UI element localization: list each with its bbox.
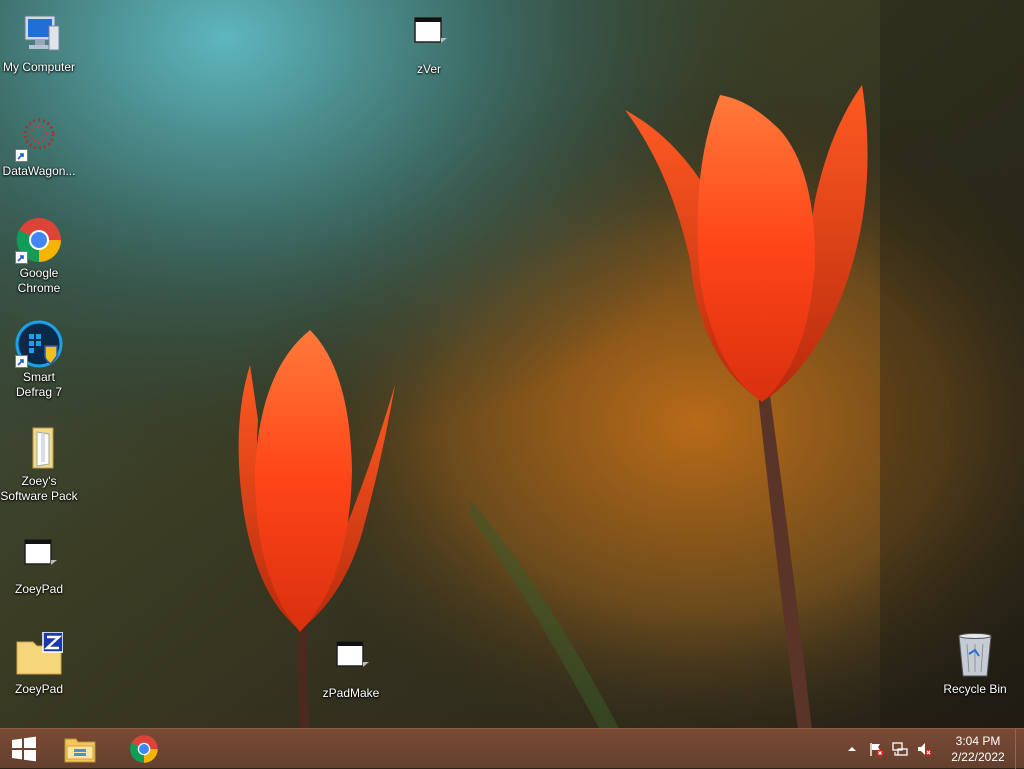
desktop-icon-label: DataWagon... <box>2 164 76 178</box>
desktop-icon-zoeys-software-pack[interactable]: Zoey's Software Pack <box>0 424 78 504</box>
computer-icon <box>15 10 63 58</box>
folder-icon <box>15 424 63 472</box>
application-window-icon <box>15 532 63 580</box>
desktop-icon-label: zVer <box>416 62 441 76</box>
start-button[interactable] <box>0 729 48 769</box>
taskbar-chrome-button[interactable] <box>118 729 170 769</box>
desktop-icon-label: Zoey's Software Pack <box>0 474 78 503</box>
windows-logo-icon <box>12 736 36 762</box>
taskbar-file-explorer-button[interactable] <box>54 729 106 769</box>
clock-time: 3:04 PM <box>955 734 1001 748</box>
shortcut-arrow-icon <box>15 355 28 368</box>
show-hidden-icons-button[interactable] <box>844 741 860 757</box>
desktop-icon-datawagon[interactable]: DataWagon... <box>0 114 78 179</box>
smart-defrag-icon <box>15 320 63 368</box>
volume-button[interactable] <box>916 741 932 757</box>
shortcut-arrow-icon <box>15 251 28 264</box>
show-hidden-icons-arrow <box>848 747 856 751</box>
desktop-icon-google-chrome[interactable]: Google Chrome <box>0 216 78 296</box>
desktop-icon-zoeypad-folder[interactable]: ZoeyPad <box>0 631 78 697</box>
desktop-icon-zoeypad-app[interactable]: ZoeyPad <box>0 532 78 597</box>
show-desktop-button[interactable] <box>1015 729 1024 769</box>
desktop-icon-label: Google Chrome <box>17 266 61 295</box>
desktop-icon-zpadmake[interactable]: zPadMake <box>312 636 390 701</box>
datawagon-icon <box>15 114 63 162</box>
network-icon <box>892 742 908 756</box>
action-center-flag-icon <box>870 743 884 757</box>
shortcut-arrow-icon <box>15 149 28 162</box>
desktop-icon-label: Smart Defrag 7 <box>15 370 63 399</box>
volume-muted-icon <box>918 743 932 756</box>
network-button[interactable] <box>892 741 908 757</box>
clock[interactable]: 3:04 PM 2/22/2022 <box>948 733 1008 765</box>
desktop-icon-label: ZoeyPad <box>14 582 64 596</box>
desktop-icon-label: ZoeyPad <box>14 682 64 696</box>
desktop-icon-zver[interactable]: zVer <box>390 12 468 77</box>
desktop-icon-my-computer[interactable]: My Computer <box>0 10 78 75</box>
desktop-icon-label: My Computer <box>2 60 76 74</box>
chrome-icon <box>15 216 63 264</box>
file-explorer-icon <box>64 738 96 763</box>
desktop-icon-label: Recycle Bin <box>943 682 1007 696</box>
taskbar: 3:04 PM 2/22/2022 <box>0 728 1024 769</box>
application-window-icon <box>327 636 375 684</box>
desktop-icon-recycle-bin[interactable]: Recycle Bin <box>936 632 1014 697</box>
desktop-icon-smart-defrag[interactable]: Smart Defrag 7 <box>0 320 78 400</box>
recycle-bin-icon <box>951 632 999 680</box>
action-center-button[interactable] <box>868 741 884 757</box>
desktop-wallpaper <box>0 0 1024 768</box>
application-window-icon <box>405 12 453 60</box>
chrome-icon <box>130 735 158 763</box>
folder-z-icon <box>15 631 64 680</box>
system-tray: 3:04 PM 2/22/2022 <box>844 729 1024 769</box>
desktop-icon-label: zPadMake <box>322 686 380 700</box>
clock-date: 2/22/2022 <box>951 750 1005 764</box>
